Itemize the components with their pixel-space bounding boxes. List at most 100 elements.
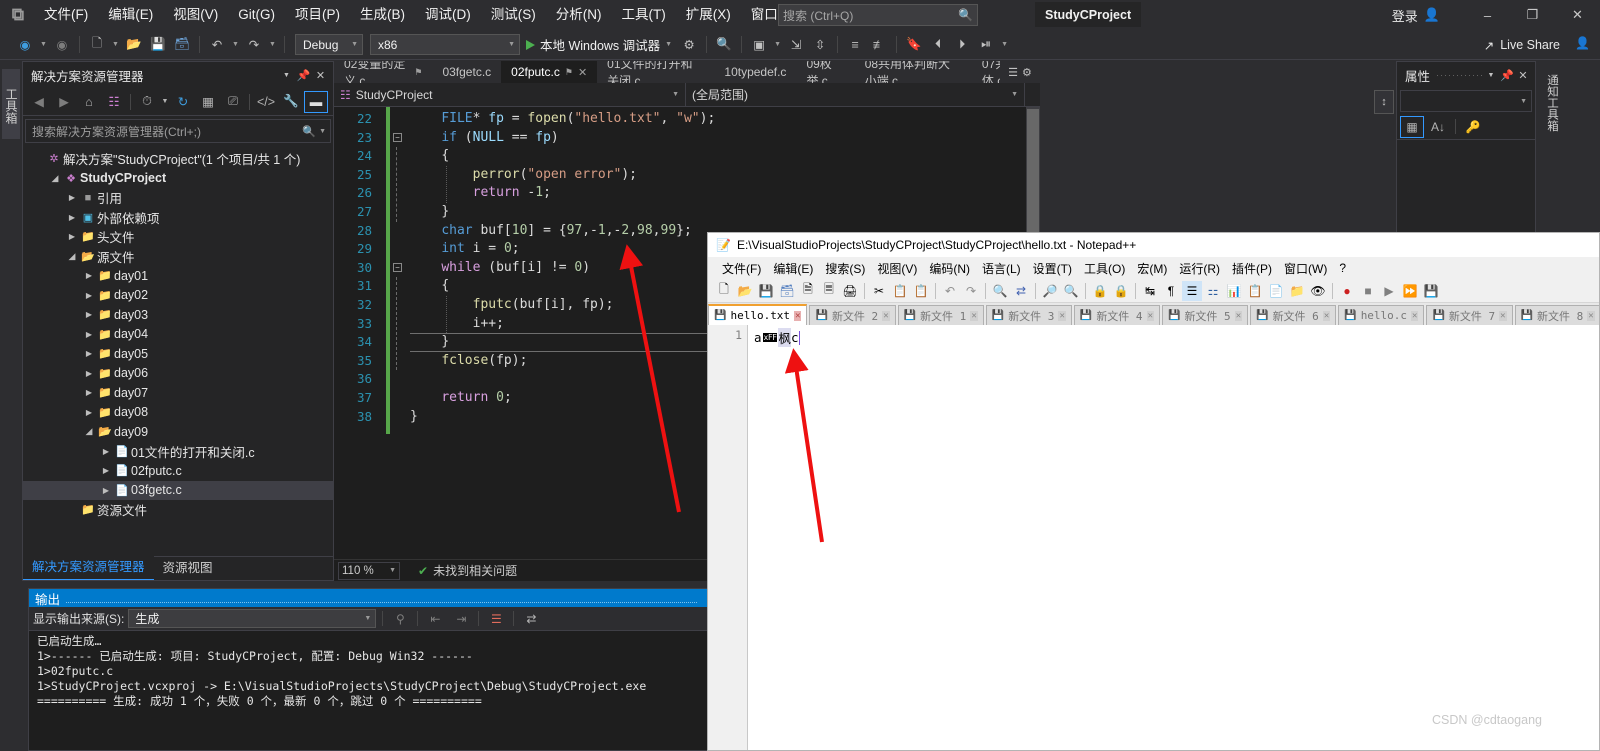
open-file-icon[interactable]: 📂 — [123, 34, 145, 56]
tree-item[interactable]: 📁 资源文件 — [23, 500, 333, 520]
navigate-backward-icon[interactable]: ◉ — [14, 34, 36, 56]
code-line[interactable]: FILE* fp = fopen("hello.txt", "w"); — [410, 110, 1040, 129]
select-in-solution-explorer-icon[interactable]: ▣ — [748, 34, 770, 56]
menu-item-tools[interactable]: 工具(T) — [612, 0, 676, 30]
menu-item-test[interactable]: 测试(S) — [481, 0, 546, 30]
nav-project-dropdown[interactable]: ☷ StudyCProject ▼ — [334, 82, 686, 107]
close-icon[interactable]: ✕ — [1499, 310, 1507, 321]
code-line[interactable]: if (NULL == fp) — [410, 129, 1040, 148]
npp-menu-item[interactable]: 语言(L) — [976, 260, 1027, 277]
record-macro-icon[interactable]: ● — [1337, 281, 1357, 301]
undo-caret-icon[interactable]: ▼ — [230, 34, 241, 56]
editor-tab[interactable]: 03fgetc.c — [432, 61, 502, 83]
output-source-combo[interactable]: 生成 ▼ — [128, 609, 377, 628]
paste-icon[interactable]: 📋 — [911, 281, 931, 301]
editor-navigation-bar[interactable]: ☷ StudyCProject ▼ (全局范围) ▼ — [334, 82, 1040, 107]
close-icon[interactable]: ✕ — [1411, 310, 1419, 321]
tree-item[interactable]: ◢ ❖ StudyCProject — [23, 169, 333, 189]
undo-icon[interactable]: ↶ — [940, 281, 960, 301]
alphabetical-sort-icon[interactable]: A↓ — [1426, 116, 1450, 138]
minimize-button[interactable]: – — [1465, 0, 1510, 30]
tree-item[interactable]: ▶ 📁 day07 — [23, 383, 333, 403]
expand-arrow-icon[interactable]: ▶ — [99, 486, 113, 495]
new-project-icon[interactable]: 🗋 — [86, 34, 108, 56]
tree-item[interactable]: ▶ 📁 day06 — [23, 364, 333, 384]
expand-arrow-icon[interactable]: ▶ — [82, 271, 96, 280]
npp-tab[interactable]: 💾 hello.c ✕ — [1338, 305, 1425, 325]
pin-icon[interactable]: 📌 — [1499, 69, 1515, 82]
previous-bookmark-icon[interactable]: ⏴ — [927, 34, 949, 56]
tree-item[interactable]: ▶ 📁 day05 — [23, 344, 333, 364]
close-icon[interactable]: ✕ — [1322, 310, 1331, 321]
npp-tab[interactable]: 💾 新文件 4 ✕ — [1073, 305, 1160, 325]
npp-menu-item[interactable]: ? — [1333, 261, 1352, 275]
npp-menu-item[interactable]: 宏(M) — [1131, 260, 1173, 277]
npp-tab[interactable]: 💾 新文件 1 ✕ — [897, 305, 984, 325]
expand-arrow-icon[interactable]: ▶ — [65, 213, 79, 222]
editor-split-handle[interactable]: ↕ — [1374, 90, 1394, 114]
expand-arrow-icon[interactable]: ▶ — [82, 310, 96, 319]
run-macro-multiple-icon[interactable]: ⏩ — [1400, 281, 1420, 301]
gear-icon[interactable]: ⚙ — [1022, 66, 1032, 79]
comment-selection-icon[interactable]: ≡ — [844, 34, 866, 56]
solution-configuration-combo[interactable]: Debug ▼ — [295, 34, 363, 55]
npp-menu-item[interactable]: 编码(N) — [923, 260, 976, 277]
menu-item-file[interactable]: 文件(F) — [34, 0, 98, 30]
solution-icon[interactable]: ☷ — [102, 91, 126, 113]
go-to-next-message-icon[interactable]: ⇥ — [450, 609, 472, 629]
npp-tab[interactable]: 💾 新文件 6 ✕ — [1250, 305, 1337, 325]
uncomment-selection-icon[interactable]: ≢ — [868, 34, 890, 56]
close-icon[interactable]: ✕ — [794, 310, 802, 321]
close-icon[interactable]: ✕ — [312, 65, 329, 85]
expand-arrow-icon[interactable]: ▶ — [65, 193, 79, 202]
npp-tab[interactable]: 💾 新文件 8 ✕ — [1514, 305, 1599, 325]
npp-editor-area[interactable]: 1 a xFF 枫 c — [708, 325, 1599, 750]
editor-tab[interactable]: 02变量的定义.c ⚑ — [334, 61, 433, 83]
save-macro-icon[interactable]: 💾 — [1421, 281, 1441, 301]
close-icon[interactable]: ✕ — [1515, 69, 1531, 82]
code-line[interactable]: perror("open error"); — [410, 166, 1040, 185]
tree-item[interactable]: ▶ 📄 02fputc.c — [23, 461, 333, 481]
pin-icon[interactable]: ⚑ — [414, 67, 422, 78]
npp-menu-item[interactable]: 搜索(S) — [819, 260, 871, 277]
back-icon[interactable]: ◀ — [27, 91, 51, 113]
tree-item[interactable]: ▶ 📁 day03 — [23, 305, 333, 325]
replace-icon[interactable]: ⇄ — [1011, 281, 1031, 301]
toolbar-overflow-icon[interactable]: ▼ — [999, 34, 1010, 56]
tree-item[interactable]: ▶ 📁 头文件 — [23, 227, 333, 247]
solution-tree[interactable]: ✲ 解决方案"StudyCProject"(1 个项目/共 1 个) ◢ ❖ Study… — [23, 145, 333, 555]
vs-menu-bar[interactable]: 文件(F) 编辑(E) 视图(V) Git(G) 项目(P) 生成(B) 调试(… — [34, 0, 875, 30]
npp-tab[interactable]: 💾 新文件 5 ✕ — [1161, 305, 1249, 325]
close-icon[interactable]: ✕ — [1234, 310, 1243, 321]
menu-item-analyze[interactable]: 分析(N) — [546, 0, 612, 30]
npp-menu-bar[interactable]: 文件(F) 编辑(E) 搜索(S) 视图(V) 编码(N) 语言(L) 设置(T) 工具(O)… — [708, 257, 1599, 279]
tree-item[interactable]: ▶ 📄 01文件的打开和关闭.c — [23, 442, 333, 462]
expand-arrow-icon[interactable]: ▶ — [82, 291, 96, 300]
code-line[interactable]: } — [410, 203, 1040, 222]
expand-arrow-open-icon[interactable]: ◢ — [65, 251, 79, 262]
save-all-icon[interactable]: 🗃 — [171, 34, 193, 56]
user-defined-dialog-icon[interactable]: ⚏ — [1203, 281, 1223, 301]
menu-item-build[interactable]: 生成(B) — [350, 0, 415, 30]
close-all-files-icon[interactable]: 🗏 — [819, 281, 839, 301]
tab-solution-explorer[interactable]: 解决方案资源管理器 — [23, 553, 154, 580]
pin-icon[interactable]: 📌 — [295, 65, 312, 85]
indent-guide-icon[interactable]: ☰ — [1182, 280, 1202, 301]
nav-scope-dropdown[interactable]: (全局范围) ▼ — [686, 82, 1025, 107]
function-list-icon[interactable]: 📋 — [1245, 281, 1265, 301]
menu-item-edit[interactable]: 编辑(E) — [98, 0, 163, 30]
npp-tab[interactable]: 💾 新文件 7 ✕ — [1426, 305, 1513, 325]
panel-dropdown-icon[interactable]: ▼ — [278, 65, 295, 85]
expand-arrow-icon[interactable]: ▶ — [82, 408, 96, 417]
npp-menu-item[interactable]: 窗口(W) — [1278, 260, 1333, 277]
menu-item-view[interactable]: 视图(V) — [163, 0, 228, 30]
hot-reload-icon[interactable]: ⚙ — [678, 34, 700, 56]
new-project-caret-icon[interactable]: ▼ — [110, 34, 121, 56]
editor-tab[interactable]: 02fputc.c ⚑ ✕ — [501, 61, 598, 83]
zoom-level-combo[interactable]: 110 % ▼ — [338, 561, 400, 580]
home-icon[interactable]: ⌂ — [77, 91, 101, 113]
expand-arrow-icon[interactable]: ▶ — [99, 466, 113, 475]
preview-selected-items-icon[interactable]: 🔍 — [713, 34, 735, 56]
tree-item[interactable]: ▶ 📁 day02 — [23, 286, 333, 306]
play-macro-icon[interactable]: ▶ — [1379, 281, 1399, 301]
